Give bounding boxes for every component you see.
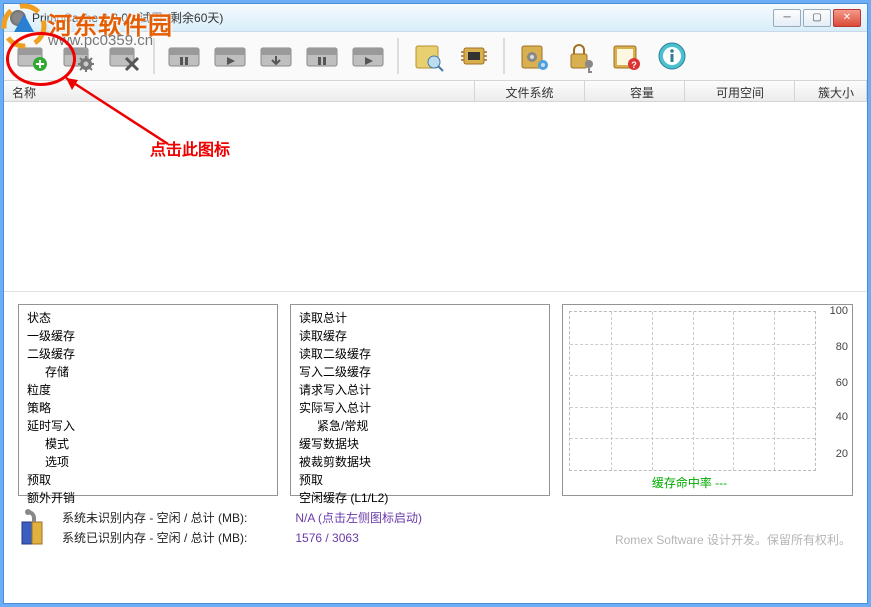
col-capacity[interactable]: 容量 [585,81,685,101]
config-row: 预取 [27,471,269,489]
config-row: 二级缓存 [27,345,269,363]
unmanaged-mem-label: 系统未识别内存 - 空闲 / 总计 (MB): [62,508,292,528]
stats-row-item: 写入二级缓存 [299,363,541,381]
memory-tool-icon[interactable] [18,508,52,548]
book-help-icon: ? [608,38,644,74]
stats-row-item: 读取二级缓存 [299,345,541,363]
stats-row-item: 实际写入总计 [299,399,541,417]
toolbar-separator [503,38,505,74]
footer: 系统未识别内存 - 空闲 / 总计 (MB): N/A (点击左侧图标启动) 系… [4,502,867,558]
stats-row-item: 缓写数据块 [299,435,541,453]
window-controls: ─ ▢ ✕ [773,9,861,27]
resume-all-button[interactable] [348,36,388,76]
drive-pause2-icon [304,38,340,74]
stats-row-item: 紧急/常规 [299,417,541,435]
config-row: 选项 [27,453,269,471]
help-button[interactable]: ? [606,36,646,76]
minimize-button[interactable]: ─ [773,9,801,27]
chart-title: 缓存命中率 --- [563,474,816,491]
maximize-button[interactable]: ▢ [803,9,831,27]
box-remove-icon [106,38,142,74]
stats-row-item: 被裁剪数据块 [299,453,541,471]
pause-all-button[interactable] [302,36,342,76]
flush-button[interactable] [256,36,296,76]
ytick-100: 100 [830,305,848,317]
ytick-80: 80 [836,341,848,353]
close-button[interactable]: ✕ [833,9,861,27]
col-name[interactable]: 名称 [4,81,475,101]
lock-key-icon [562,38,598,74]
pause-button[interactable] [164,36,204,76]
toolbar-separator [397,38,399,74]
col-filesystem[interactable]: 文件系统 [475,81,585,101]
chart-grid [569,311,816,471]
safe-gear-icon [516,38,552,74]
config-row: 策略 [27,399,269,417]
memory-info-button[interactable] [454,36,494,76]
volume-list-body[interactable] [4,102,867,292]
stats-row-item: 请求写入总计 [299,381,541,399]
drive-play2-icon [350,38,386,74]
options-button[interactable] [514,36,554,76]
managed-mem-label: 系统已识别内存 - 空闲 / 总计 (MB): [62,528,292,548]
volume-list-header: 名称 文件系统 容量 可用空间 簇大小 [4,80,867,102]
view-log-button[interactable] [408,36,448,76]
delete-cache-button[interactable] [104,36,144,76]
chip-icon [456,38,492,74]
configure-cache-button[interactable] [58,36,98,76]
ytick-40: 40 [836,411,848,423]
copyright: Romex Software 设计开发。保留所有权利。 [615,531,851,548]
hit-rate-chart: 100 80 60 40 20 缓存命中率 --- [562,304,853,496]
config-row: 粒度 [27,381,269,399]
drive-pause-icon [166,38,202,74]
toolbar-separator [153,38,155,74]
stats-row-item: 预取 [299,471,541,489]
config-row: 存储 [27,363,269,381]
app-icon [10,10,26,26]
ytick-20: 20 [836,448,848,460]
annotation-label: 点击此图标 [150,136,230,160]
titlebar: PrimoCache 2.2.0 - 试用 (剩余60天) ─ ▢ ✕ [4,4,867,32]
license-button[interactable] [560,36,600,76]
cache-config-panel: 状态一级缓存二级缓存存储粒度策略延时写入模式选项预取额外开销 [18,304,278,496]
memory-status: 系统未识别内存 - 空闲 / 总计 (MB): N/A (点击左侧图标启动) 系… [62,508,422,548]
cache-stats-panel: 读取总计读取缓存读取二级缓存写入二级缓存请求写入总计实际写入总计紧急/常规缓写数… [290,304,550,496]
stats-row: 状态一级缓存二级缓存存储粒度策略延时写入模式选项预取额外开销 读取总计读取缓存读… [4,292,867,502]
unmanaged-mem-value: N/A (点击左侧图标启动) [295,511,422,525]
window-title: PrimoCache 2.2.0 - 试用 (剩余60天) [32,9,773,26]
book-magnify-icon [410,38,446,74]
config-row: 状态 [27,309,269,327]
config-row: 模式 [27,435,269,453]
config-row: 一级缓存 [27,327,269,345]
box-gear-icon [60,38,96,74]
box-add-icon [14,38,50,74]
resume-button[interactable] [210,36,250,76]
info-icon [654,38,690,74]
col-cluster[interactable]: 簇大小 [795,81,867,101]
stats-row-item: 读取总计 [299,309,541,327]
col-free[interactable]: 可用空间 [685,81,795,101]
drive-play-icon [212,38,248,74]
config-row: 延时写入 [27,417,269,435]
svg-text:?: ? [631,60,637,70]
main-toolbar: ? [4,32,867,80]
about-button[interactable] [652,36,692,76]
app-window: PrimoCache 2.2.0 - 试用 (剩余60天) ─ ▢ ✕ [3,3,868,604]
managed-mem-value: 1576 / 3063 [295,531,358,545]
stats-row-item: 读取缓存 [299,327,541,345]
ytick-60: 60 [836,377,848,389]
drive-down-icon [258,38,294,74]
new-cache-task-button[interactable] [12,36,52,76]
